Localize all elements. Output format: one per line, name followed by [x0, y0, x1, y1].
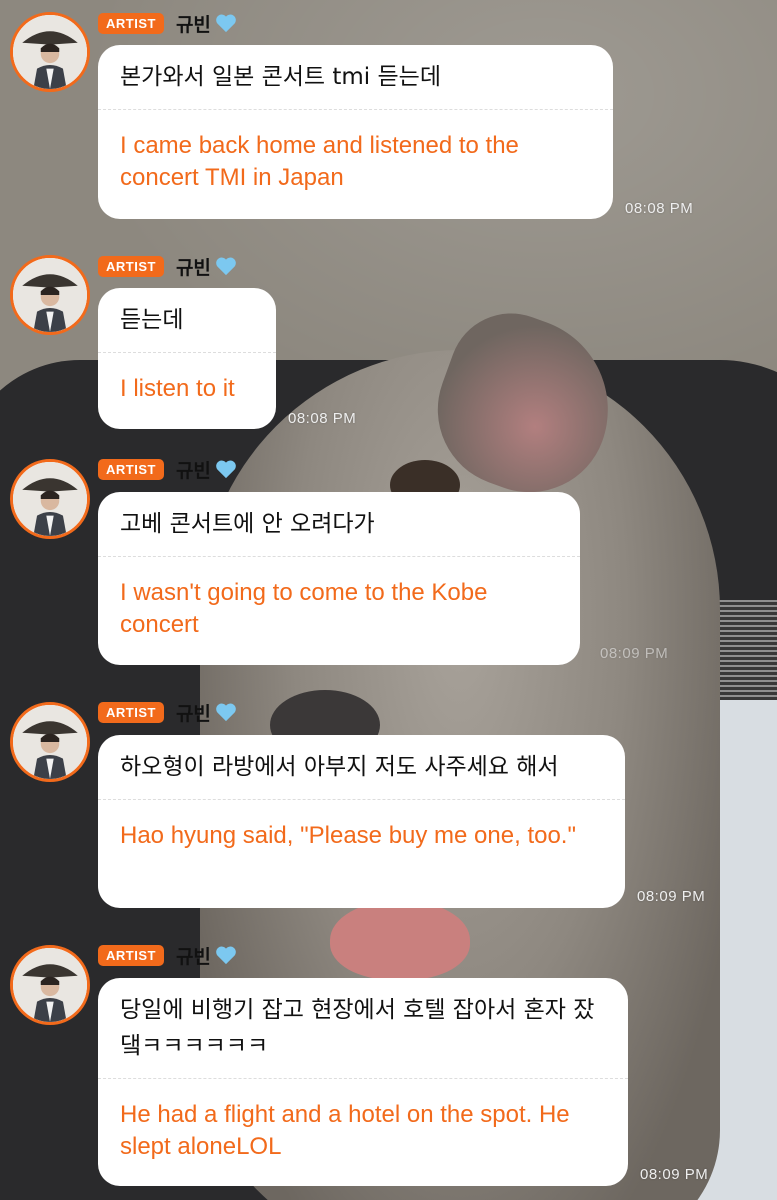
avatar[interactable]: [10, 945, 90, 1025]
message-text-korean: 고베 콘서트에 안 오려다가: [120, 511, 375, 537]
artist-badge: ARTIST: [98, 12, 164, 34]
blue-heart-icon: [216, 460, 236, 479]
message-timestamp: 08:09 PM: [637, 888, 706, 905]
avatar[interactable]: [10, 702, 90, 782]
message-timestamp: 08:09 PM: [600, 645, 669, 662]
sender-name: 규빈: [175, 13, 211, 36]
sender-name-row[interactable]: 규빈: [176, 253, 237, 280]
sender-name-row[interactable]: 규빈: [176, 699, 237, 726]
message-header: ARTIST 규빈: [98, 456, 237, 483]
message-bubble[interactable]: 당일에 비행기 잡고 현장에서 호텔 잡아서 혼자 잤댘ㅋㅋㅋㅋㅋㅋ He ha…: [98, 978, 628, 1186]
avatar[interactable]: [10, 459, 90, 539]
message-timestamp: 08:08 PM: [625, 200, 694, 217]
message-timestamp: 08:09 PM: [640, 1166, 709, 1183]
artist-photo-icon: [13, 462, 87, 536]
artist-photo-icon: [13, 258, 87, 332]
message-header: ARTIST 규빈: [98, 942, 237, 969]
blue-heart-icon: [216, 257, 236, 276]
artist-badge: ARTIST: [98, 458, 164, 480]
artist-badge: ARTIST: [98, 701, 164, 723]
blue-heart-icon: [216, 14, 236, 33]
message-text-korean: 당일에 비행기 잡고 현장에서 호텔 잡아서 혼자 잤댘ㅋㅋㅋㅋㅋㅋ: [120, 997, 595, 1059]
artist-photo-icon: [13, 705, 87, 779]
blue-heart-icon: [216, 946, 236, 965]
sender-name: 규빈: [175, 702, 211, 725]
background-dog-mouth: [330, 900, 470, 980]
message-bubble[interactable]: 본가와서 일본 콘서트 tmi 듣는데 I came back home and…: [98, 45, 613, 219]
message-header: ARTIST 규빈: [98, 699, 237, 726]
message-text-translation: I listen to it: [120, 375, 235, 402]
message-text-translation: I came back home and listened to the con…: [120, 132, 519, 191]
message-bubble[interactable]: 하오형이 라방에서 아부지 저도 사주세요 해서 Hao hyung said,…: [98, 735, 625, 908]
sender-name: 규빈: [175, 945, 211, 968]
message-bubble[interactable]: 듣는데 I listen to it: [98, 288, 276, 429]
message-text-translation: He had a flight and a hotel on the spot.…: [120, 1101, 570, 1160]
message-header: ARTIST 규빈: [98, 253, 237, 280]
message-header: ARTIST 규빈: [98, 10, 237, 37]
artist-badge: ARTIST: [98, 944, 164, 966]
sender-name-row[interactable]: 규빈: [176, 456, 237, 483]
artist-photo-icon: [13, 15, 87, 89]
avatar[interactable]: [10, 12, 90, 92]
avatar[interactable]: [10, 255, 90, 335]
message-text-korean: 하오형이 라방에서 아부지 저도 사주세요 해서: [120, 754, 559, 780]
artist-photo-icon: [13, 948, 87, 1022]
message-text-translation: I wasn't going to come to the Kobe conce…: [120, 579, 488, 638]
message-timestamp: 08:08 PM: [288, 410, 357, 427]
message-text-korean: 듣는데: [120, 307, 184, 333]
message-bubble[interactable]: 고베 콘서트에 안 오려다가 I wasn't going to come to…: [98, 492, 580, 665]
sender-name: 규빈: [175, 256, 211, 279]
message-text-korean: 본가와서 일본 콘서트 tmi 듣는데: [120, 64, 441, 90]
blue-heart-icon: [216, 703, 236, 722]
sender-name-row[interactable]: 규빈: [176, 942, 237, 969]
sender-name: 규빈: [175, 459, 211, 482]
sender-name-row[interactable]: 규빈: [176, 10, 237, 37]
artist-badge: ARTIST: [98, 255, 164, 277]
message-text-translation: Hao hyung said, "Please buy me one, too.…: [120, 822, 576, 849]
